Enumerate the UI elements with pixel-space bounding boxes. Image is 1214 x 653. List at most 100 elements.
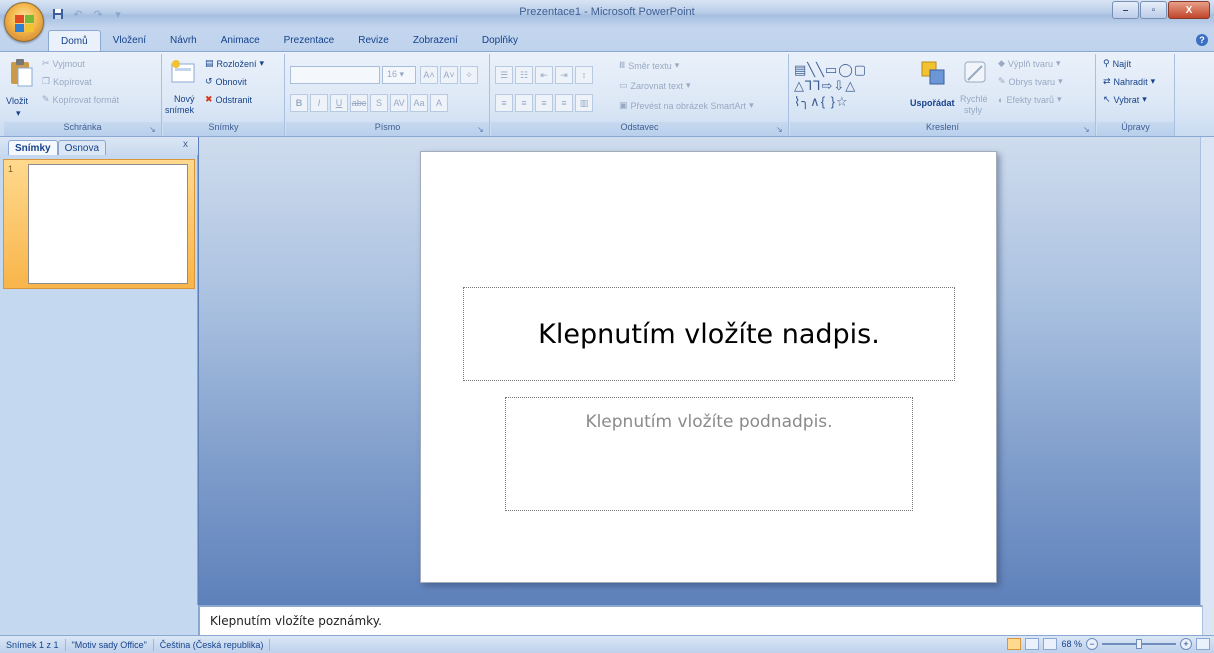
shadow-icon[interactable]: S <box>370 94 388 112</box>
tab-slides-pane[interactable]: Snímky <box>8 140 58 155</box>
vertical-scrollbar[interactable] <box>1200 137 1214 605</box>
zoom-slider[interactable] <box>1102 639 1176 649</box>
subtitle-placeholder[interactable]: Klepnutím vložíte podnadpis. <box>505 397 913 511</box>
slide-thumbnail[interactable] <box>28 164 188 284</box>
clear-formatting-icon[interactable]: ✧ <box>460 66 478 84</box>
alignment-buttons: ≡ ≡ ≡ ≡ ▥ <box>495 94 593 112</box>
grow-font-icon[interactable]: A˄ <box>420 66 438 84</box>
binoculars-icon: ⚲ <box>1103 58 1110 68</box>
tab-view[interactable]: Zobrazení <box>401 30 470 52</box>
font-size-buttons: A˄ A˅ ✧ <box>420 66 478 84</box>
reset-button[interactable]: ↺ Obnovit <box>205 76 247 87</box>
pen-icon: ✎ <box>998 76 1006 86</box>
find-button[interactable]: ⚲ Najít <box>1103 58 1131 69</box>
help-icon[interactable]: ? <box>1196 34 1208 46</box>
status-language[interactable]: Čeština (Česká republika) <box>154 638 271 651</box>
clipboard-launcher-icon[interactable]: ↘ <box>149 125 158 134</box>
status-view-controls: 68 % − + <box>1007 638 1210 650</box>
justify-icon[interactable]: ≡ <box>555 94 573 112</box>
tab-addins[interactable]: Doplňky <box>470 30 530 52</box>
chevron-down-icon: ▾ <box>1142 94 1147 104</box>
font-color-icon[interactable]: A <box>430 94 448 112</box>
font-launcher-icon[interactable]: ↘ <box>477 125 486 134</box>
slide-canvas[interactable]: Klepnutím vložíte nadpis. Klepnutím vlož… <box>420 151 997 583</box>
bold-icon[interactable]: B <box>290 94 308 112</box>
group-slides: Nový snímek ▤ Rozložení ▾ ↺ Obnovit ✖ Odstra… <box>163 54 285 136</box>
bullets-icon[interactable]: ☰ <box>495 66 513 84</box>
brush-icon: ✎ <box>42 94 50 104</box>
status-slide-count: Snímek 1 z 1 <box>0 638 66 651</box>
group-editing: ⚲ Najít ⇄ Nahradit ▾ ↖ Vybrat ▾ Úpravy <box>1097 54 1175 136</box>
arrange-button[interactable]: Uspořádat <box>910 56 956 120</box>
line-spacing-icon[interactable]: ↕ <box>575 66 593 84</box>
new-slide-button[interactable]: Nový snímek <box>165 56 201 120</box>
tab-slideshow[interactable]: Prezentace <box>272 30 347 52</box>
new-slide-icon <box>171 60 195 83</box>
zoom-in-icon[interactable]: + <box>1180 638 1192 650</box>
align-left-icon[interactable]: ≡ <box>495 94 513 112</box>
font-name-combo[interactable] <box>290 66 380 84</box>
tab-review[interactable]: Revize <box>346 30 401 52</box>
align-text-button[interactable]: ▭ Zarovnat text ▾ <box>619 80 691 91</box>
tab-design[interactable]: Návrh <box>158 30 209 52</box>
align-right-icon[interactable]: ≡ <box>535 94 553 112</box>
format-painter-button[interactable]: ✎ Kopírovat formát <box>42 94 119 105</box>
replace-button[interactable]: ⇄ Nahradit ▾ <box>1103 76 1155 87</box>
minimize-button[interactable]: – <box>1112 1 1139 19</box>
close-pane-icon[interactable]: x <box>183 139 188 150</box>
drawing-launcher-icon[interactable]: ↘ <box>1083 125 1092 134</box>
smartart-button[interactable]: ▣ Převést na obrázek SmartArt ▾ <box>619 100 754 111</box>
paragraph-launcher-icon[interactable]: ↘ <box>776 125 785 134</box>
layout-label: Rozložení <box>216 58 257 69</box>
columns-icon[interactable]: ▥ <box>575 94 593 112</box>
character-spacing-icon[interactable]: AV <box>390 94 408 112</box>
decrease-indent-icon[interactable]: ⇤ <box>535 66 553 84</box>
notes-pane[interactable]: Klepnutím vložíte poznámky. <box>199 605 1202 635</box>
notes-scrollbar[interactable] <box>1202 605 1214 635</box>
normal-view-button[interactable] <box>1007 638 1022 650</box>
layout-button[interactable]: ▤ Rozložení ▾ <box>205 58 264 69</box>
tab-insert[interactable]: Vložení <box>101 30 158 52</box>
strikethrough-icon[interactable]: abc <box>350 94 368 112</box>
tab-home[interactable]: Domů <box>48 30 101 52</box>
tab-outline-pane[interactable]: Osnova <box>57 140 107 155</box>
change-case-icon[interactable]: Aa <box>410 94 428 112</box>
slide-sorter-view-button[interactable] <box>1025 638 1040 650</box>
text-direction-icon: Ⅲ <box>619 60 626 70</box>
font-size-combo[interactable]: 16 ▾ <box>382 66 416 84</box>
shrink-font-icon[interactable]: A˅ <box>440 66 458 84</box>
chevron-down-icon: ▾ <box>259 58 265 68</box>
italic-icon[interactable]: I <box>310 94 328 112</box>
tab-animations[interactable]: Animace <box>209 30 272 52</box>
ribbon: Vložit ▾ ✂ Vyjmout ❐ Kopírovat ✎ Kopírovat … <box>0 51 1214 137</box>
quick-styles-button[interactable]: Rychlé styly <box>958 56 994 120</box>
shapes-gallery[interactable]: ▤╲╲▭◯▢ △⅂⅂⇨⇩△ ⌇╮∧{ }☆ <box>794 62 904 112</box>
office-button[interactable] <box>4 2 44 42</box>
shape-effects-button[interactable]: ◐ Efekty tvarů ▾ <box>998 94 1062 105</box>
close-button[interactable]: X <box>1168 1 1210 19</box>
shape-fill-button[interactable]: ◆ Výplň tvaru ▾ <box>998 58 1060 69</box>
chevron-down-icon: ▾ <box>1150 76 1156 86</box>
numbering-icon[interactable]: ☷ <box>515 66 533 84</box>
delete-slide-button[interactable]: ✖ Odstranit <box>205 94 252 105</box>
copy-button[interactable]: ❐ Kopírovat <box>42 76 92 87</box>
paste-button[interactable]: Vložit ▾ <box>6 56 36 118</box>
slideshow-view-button[interactable] <box>1043 638 1058 650</box>
zoom-slider-thumb[interactable] <box>1136 639 1142 649</box>
underline-icon[interactable]: U <box>330 94 348 112</box>
align-center-icon[interactable]: ≡ <box>515 94 533 112</box>
status-theme[interactable]: "Motiv sady Office" <box>66 638 154 651</box>
zoom-level[interactable]: 68 % <box>1061 639 1082 649</box>
maximize-button[interactable]: ▫ <box>1140 1 1167 19</box>
quick-styles-icon <box>964 61 986 83</box>
shape-outline-button[interactable]: ✎ Obrys tvaru ▾ <box>998 76 1063 87</box>
select-button[interactable]: ↖ Vybrat ▾ <box>1103 94 1147 105</box>
increase-indent-icon[interactable]: ⇥ <box>555 66 573 84</box>
fit-to-window-icon[interactable] <box>1196 638 1210 650</box>
zoom-out-icon[interactable]: − <box>1086 638 1098 650</box>
new-slide-label-2: snímek <box>165 105 195 115</box>
text-direction-button[interactable]: Ⅲ Směr textu ▾ <box>619 60 679 71</box>
slide-thumbnail-selected[interactable]: 1 <box>3 159 195 289</box>
title-placeholder[interactable]: Klepnutím vložíte nadpis. <box>463 287 955 381</box>
cut-button[interactable]: ✂ Vyjmout <box>42 58 85 69</box>
